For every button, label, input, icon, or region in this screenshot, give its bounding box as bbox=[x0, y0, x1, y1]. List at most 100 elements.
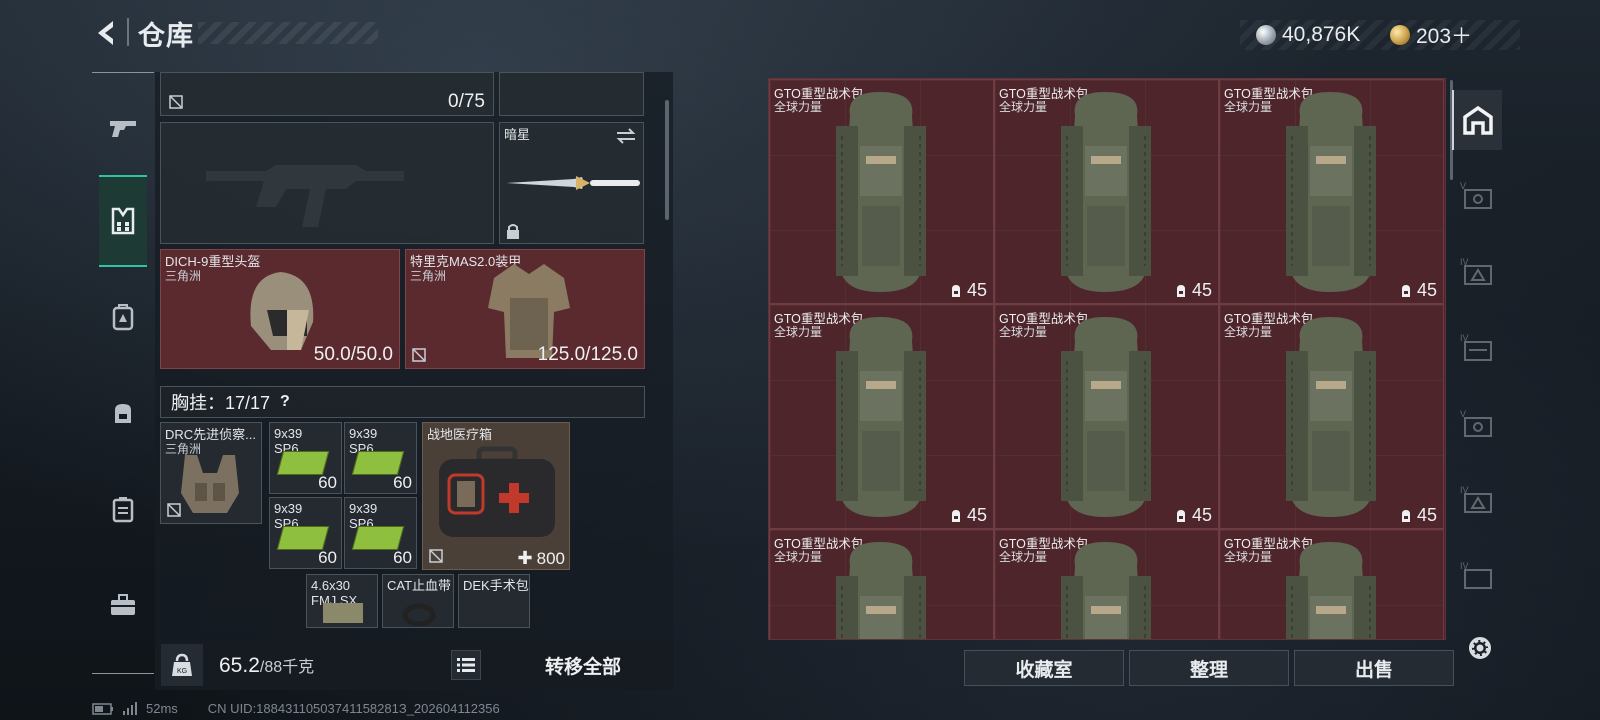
item-source: 全球力量 bbox=[1224, 325, 1273, 339]
small-item-slot[interactable]: CAT止血带 bbox=[382, 574, 454, 628]
tier-v-safe-icon: V bbox=[1460, 409, 1492, 437]
sell-button[interactable]: 出售 bbox=[1294, 650, 1454, 686]
stash-item[interactable]: GTO重型战术包全球力量45 bbox=[1219, 79, 1444, 304]
magazine-count: 0/75 bbox=[448, 91, 485, 112]
stash-item[interactable]: GTO重型战术包全球力量45 bbox=[1219, 529, 1444, 639]
stash-item[interactable]: GTO重型战术包全球力量45 bbox=[994, 529, 1219, 639]
backpack-item-icon bbox=[836, 92, 926, 292]
broken-slot-icon bbox=[429, 549, 443, 563]
ammo-caliber: 9x39 bbox=[274, 501, 303, 516]
rail-item-safe-v2[interactable]: V bbox=[1452, 394, 1502, 454]
rail-item-bag[interactable] bbox=[92, 383, 154, 443]
item-count-text: 45 bbox=[1191, 280, 1212, 300]
ammo-box-icon bbox=[351, 451, 405, 475]
rig-slot[interactable]: DRC先进侦察... 三角洲 bbox=[160, 422, 262, 524]
item-count-text: 45 bbox=[966, 280, 987, 300]
tier-iv-case-icon: IV bbox=[1460, 333, 1492, 361]
transfer-all-button[interactable]: 转移全部 bbox=[493, 640, 673, 690]
back-button[interactable] bbox=[92, 16, 122, 50]
tier-v-safe-icon: V bbox=[1460, 181, 1492, 209]
stash-item[interactable]: GTO重型战术包全球力量45 bbox=[994, 304, 1219, 529]
ammo-caliber: 9x39 bbox=[274, 426, 303, 441]
item-count-text: 45 bbox=[1416, 505, 1437, 525]
rail-item-gear[interactable] bbox=[99, 175, 147, 267]
back-arrow-icon bbox=[98, 21, 113, 45]
backpack-item-icon bbox=[1286, 542, 1376, 639]
rail-item-weapon[interactable] bbox=[92, 99, 154, 159]
rail-item-backpack[interactable] bbox=[92, 287, 154, 347]
weight-indicator: KG bbox=[161, 644, 203, 686]
stash-item[interactable]: GTO重型战术包全球力量45 bbox=[769, 304, 994, 529]
lock-icon bbox=[507, 224, 519, 239]
swap-icon[interactable] bbox=[615, 127, 637, 145]
plus-icon: ✚ bbox=[517, 548, 533, 568]
rig-name: DRC先进侦察... bbox=[165, 427, 257, 442]
stash-item[interactable]: GTO重型战术包全球力量45 bbox=[1219, 304, 1444, 529]
small-item-slot[interactable]: DEK手术包 bbox=[458, 574, 530, 628]
tourniquet-icon bbox=[402, 603, 436, 627]
ammo-slot[interactable]: 9x39 SP6 60 bbox=[269, 497, 342, 569]
settings-button[interactable] bbox=[1462, 630, 1498, 666]
backpack-item-icon bbox=[1061, 92, 1151, 292]
ammo-slot[interactable]: 9x39 SP6 60 bbox=[344, 422, 417, 494]
stash-item[interactable]: GTO重型战术包全球力量45 bbox=[769, 529, 994, 639]
rail-item-home[interactable] bbox=[1452, 90, 1502, 150]
small-item-slot[interactable]: 4.6x30 FMJ SX bbox=[306, 574, 378, 628]
toolbox-icon bbox=[111, 594, 135, 615]
kg-label: KG bbox=[177, 668, 187, 675]
rail-item-case[interactable] bbox=[92, 479, 154, 539]
collection-room-button[interactable]: 收藏室 bbox=[964, 650, 1124, 686]
currency-silver[interactable]: 40,876K bbox=[1256, 22, 1360, 48]
magazine-slot[interactable]: 0/75 bbox=[160, 72, 494, 116]
list-view-button[interactable] bbox=[451, 650, 481, 680]
ping-text: 52ms bbox=[146, 701, 178, 716]
medkit-name: 战地医疗箱 bbox=[427, 427, 493, 442]
equipment-scrollbar[interactable] bbox=[665, 100, 669, 220]
sort-button[interactable]: 整理 bbox=[1129, 650, 1289, 686]
item-count: 45 bbox=[1399, 280, 1437, 301]
primary-weapon-slot[interactable] bbox=[160, 122, 494, 244]
rifle-silhouette-icon bbox=[206, 165, 404, 227]
helmet-source: 三角洲 bbox=[165, 269, 202, 283]
broken-slot-icon bbox=[169, 95, 183, 109]
stash-item[interactable]: GTO重型战术包全球力量45 bbox=[994, 79, 1219, 304]
backpack-item-icon bbox=[836, 317, 926, 517]
help-icon[interactable]: ? bbox=[280, 393, 290, 411]
page-title: 仓库 bbox=[138, 21, 194, 51]
rail-item-case-iv[interactable]: IV bbox=[1452, 318, 1502, 378]
rail-item-tier-iv2[interactable]: IV bbox=[1452, 470, 1502, 530]
item-count-text: 45 bbox=[1191, 505, 1212, 525]
ammo-slot[interactable]: 9x39 SP6 60 bbox=[344, 497, 417, 569]
empty-slot[interactable] bbox=[499, 72, 644, 116]
medkit-value: ✚ 800 bbox=[518, 548, 565, 569]
medkit-slot[interactable]: 战地医疗箱 ✚ 800 bbox=[422, 422, 570, 570]
item-count-text: 45 bbox=[1416, 280, 1437, 300]
bag-icon bbox=[115, 404, 131, 423]
currency-gold-value: 203＋ bbox=[1416, 25, 1473, 48]
helmet-slot[interactable]: DICH-9重型头盔 三角洲 50.0/50.0 bbox=[160, 249, 400, 369]
currency-gold[interactable]: 203＋ bbox=[1390, 22, 1472, 48]
rail-item-toolbox[interactable] bbox=[92, 575, 154, 635]
medkit-value-text: 800 bbox=[536, 548, 565, 568]
uid-text: CN UID:18843110503741158281З_20260411235… bbox=[207, 701, 500, 716]
item-source: 全球力量 bbox=[774, 550, 823, 564]
helmet-icon bbox=[250, 272, 314, 350]
stash-item[interactable]: GTO重型战术包全球力量45 bbox=[769, 79, 994, 304]
backpack-item-icon bbox=[1061, 317, 1151, 517]
battery-icon bbox=[92, 702, 113, 715]
ammo-box-icon bbox=[276, 451, 330, 475]
backpack-item-icon bbox=[1286, 317, 1376, 517]
armor-source: 三角洲 bbox=[410, 269, 447, 283]
capacity-icon bbox=[1176, 509, 1185, 522]
rail-item-safe-v[interactable]: V bbox=[1452, 166, 1502, 226]
melee-slot[interactable]: 暗星 bbox=[499, 122, 644, 244]
ammo-count: 60 bbox=[318, 548, 337, 567]
ammo-caliber: 9x39 bbox=[349, 426, 378, 441]
item-source: 全球力量 bbox=[1224, 550, 1273, 564]
ammo-slot[interactable]: 9x39 SP6 60 bbox=[269, 422, 342, 494]
ammo-box-icon bbox=[351, 526, 405, 550]
armor-slot[interactable]: 特里克MAS2.0装甲 三角洲 125.0/125.0 bbox=[405, 249, 645, 369]
rail-item-tier-iv[interactable]: IV bbox=[1452, 242, 1502, 302]
rail-item-tier-iv3[interactable]: IV bbox=[1452, 546, 1502, 606]
item-source: 全球力量 bbox=[774, 325, 823, 339]
